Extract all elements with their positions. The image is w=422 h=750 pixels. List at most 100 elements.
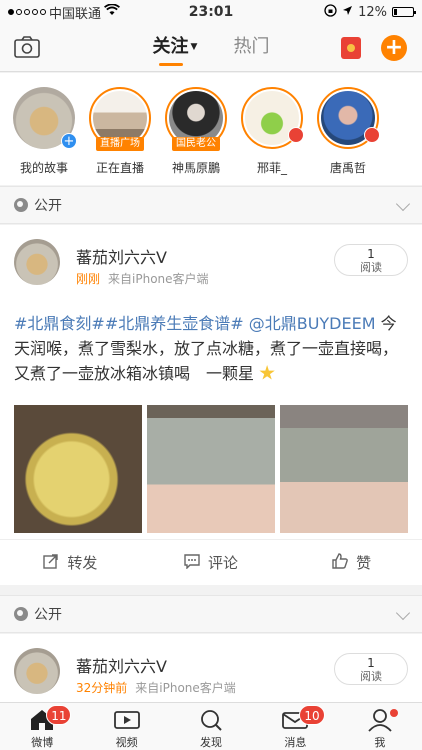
tab-label: 消息 xyxy=(284,736,307,749)
globe-icon xyxy=(14,607,28,621)
story-item-user[interactable]: 国民老公 神馬原鵬 xyxy=(158,73,234,185)
comment-button[interactable]: 评论 xyxy=(141,540,282,585)
clock: 23:01 xyxy=(188,4,234,20)
story-tag: 直播广场 xyxy=(96,137,144,151)
chevron-down-icon[interactable] xyxy=(395,196,411,212)
avatar[interactable] xyxy=(14,648,60,694)
carrier-label: 中国联通 xyxy=(49,6,102,22)
tab-video[interactable]: 视频 xyxy=(84,703,168,750)
post-time: 32分钟前 xyxy=(76,681,128,695)
story-item-live[interactable]: 直播广场 正在直播 xyxy=(82,73,158,185)
repost-button[interactable]: 转发 xyxy=(0,540,141,585)
post-author[interactable]: 蕃茄刘六六V xyxy=(76,653,167,677)
stories-bar: + 我的故事 直播广场 正在直播 国民老公 神馬原鵬 邢菲_ 唐禹哲 xyxy=(0,73,422,185)
post-author[interactable]: 蕃茄刘六六V xyxy=(76,244,167,268)
like-label: 赞 xyxy=(356,554,372,572)
post-meta: 刚刚 来自iPhone客户端 xyxy=(76,270,209,287)
tab-active-indicator xyxy=(158,63,184,66)
story-name: 邢菲_ xyxy=(256,161,287,175)
status-right: 12% xyxy=(324,3,416,21)
chevron-down-icon[interactable] xyxy=(395,605,411,621)
post-body: #北鼎食刻##北鼎养生壶食谱# @北鼎BUYDEEM 今天润喉，煮了雪梨水，放了… xyxy=(14,311,412,386)
repost-icon xyxy=(43,553,59,573)
story-name: 神馬原鵬 xyxy=(171,161,220,175)
tab-following-label: 关注 xyxy=(152,36,189,57)
post-image-kettle[interactable] xyxy=(147,405,275,533)
tab-hot[interactable]: 热门 xyxy=(233,24,269,72)
visibility-section-header[interactable]: 公开 xyxy=(0,186,422,224)
tab-messages[interactable]: 10 消息 xyxy=(253,703,337,750)
battery-icon xyxy=(392,7,416,17)
feed-post: 蕃茄刘六六V 刚刚 来自iPhone客户端 1 阅读 #北鼎食刻##北鼎养生壶食谱… xyxy=(0,225,422,585)
notification-badge: 11 xyxy=(46,705,72,725)
profile-icon xyxy=(367,708,393,732)
tab-discover[interactable]: 发现 xyxy=(169,703,253,750)
read-count: 1 xyxy=(367,247,375,261)
tab-label: 视频 xyxy=(115,736,138,749)
red-packet-icon[interactable] xyxy=(341,37,361,59)
avatar: + xyxy=(13,87,77,149)
signal-icon xyxy=(8,9,46,15)
battery-percent: 12% xyxy=(358,4,387,20)
avatar[interactable] xyxy=(14,239,60,285)
like-icon xyxy=(332,552,348,573)
read-count-button[interactable]: 1 阅读 xyxy=(334,244,408,276)
star-emoji-icon xyxy=(259,365,275,380)
location-icon xyxy=(342,5,353,20)
visibility-label: 公开 xyxy=(34,198,62,214)
visibility-label: 公开 xyxy=(34,607,62,623)
read-count: 1 xyxy=(367,656,375,670)
search-icon xyxy=(198,708,224,732)
read-count-button[interactable]: 1 阅读 xyxy=(334,653,408,685)
feed-post: 蕃茄刘六六V 32分钟前 来自iPhone客户端 1 阅读 xyxy=(0,634,422,702)
story-item-user[interactable]: 唐禹哲 xyxy=(310,73,386,185)
notification-badge: 10 xyxy=(299,705,325,725)
video-icon xyxy=(113,708,140,732)
post-meta: 32分钟前 来自iPhone客户端 xyxy=(76,679,236,696)
post-source: 来自iPhone客户端 xyxy=(135,681,236,695)
story-name: 唐禹哲 xyxy=(329,161,366,175)
post-images xyxy=(14,405,408,533)
comment-label: 评论 xyxy=(208,554,239,572)
post-image-kettle[interactable] xyxy=(280,405,408,533)
tab-hot-label: 热门 xyxy=(233,36,270,57)
compose-plus-button[interactable]: + xyxy=(381,35,407,61)
wifi-icon xyxy=(104,3,120,20)
repost-label: 转发 xyxy=(67,554,98,572)
globe-icon xyxy=(14,198,28,212)
unread-dot xyxy=(389,709,398,717)
visibility-section-header[interactable]: 公开 xyxy=(0,595,422,633)
status-bar: 中国联通 23:01 12% xyxy=(0,0,422,24)
like-button[interactable]: 赞 xyxy=(281,540,422,585)
post-topic-link[interactable]: #北鼎食刻##北鼎养生壶食谱# @北鼎BUYDEEM xyxy=(14,314,376,333)
story-name: 我的故事 xyxy=(19,161,68,175)
bottom-tab-bar: 11 微博 视频 发现 10 消息 我 xyxy=(0,702,422,750)
add-story-icon[interactable]: + xyxy=(61,133,77,149)
read-label: 阅读 xyxy=(360,261,382,274)
story-tag: 国民老公 xyxy=(172,137,220,151)
post-source: 来自iPhone客户端 xyxy=(108,272,209,286)
post-time: 刚刚 xyxy=(76,272,101,286)
status-left: 中国联通 xyxy=(8,3,324,22)
read-label: 阅读 xyxy=(360,670,382,683)
story-item-my-story[interactable]: + 我的故事 xyxy=(6,73,82,185)
avatar xyxy=(241,87,304,149)
avatar: 国民老公 xyxy=(165,87,227,151)
chevron-down-icon: ▼ xyxy=(190,42,198,52)
avatar: 直播广场 xyxy=(89,87,151,151)
fire-icon xyxy=(364,127,380,143)
comment-icon xyxy=(184,553,200,573)
story-name: 正在直播 xyxy=(95,161,144,175)
tab-label: 微博 xyxy=(31,736,54,749)
tab-me[interactable]: 我 xyxy=(338,703,422,750)
story-item-user[interactable]: 邢菲_ xyxy=(234,73,310,185)
post-image-pear[interactable] xyxy=(14,405,142,533)
tab-weibo[interactable]: 11 微博 xyxy=(0,703,84,750)
avatar xyxy=(317,87,380,149)
fire-icon xyxy=(288,127,304,143)
tab-following[interactable]: 关注 ▼ xyxy=(152,24,198,72)
nav-bar: 关注 ▼ 热门 + xyxy=(0,24,422,72)
tab-label: 我 xyxy=(374,736,386,749)
lock-rotation-icon xyxy=(324,3,337,21)
post-actions: 转发 评论 赞 xyxy=(0,539,422,585)
